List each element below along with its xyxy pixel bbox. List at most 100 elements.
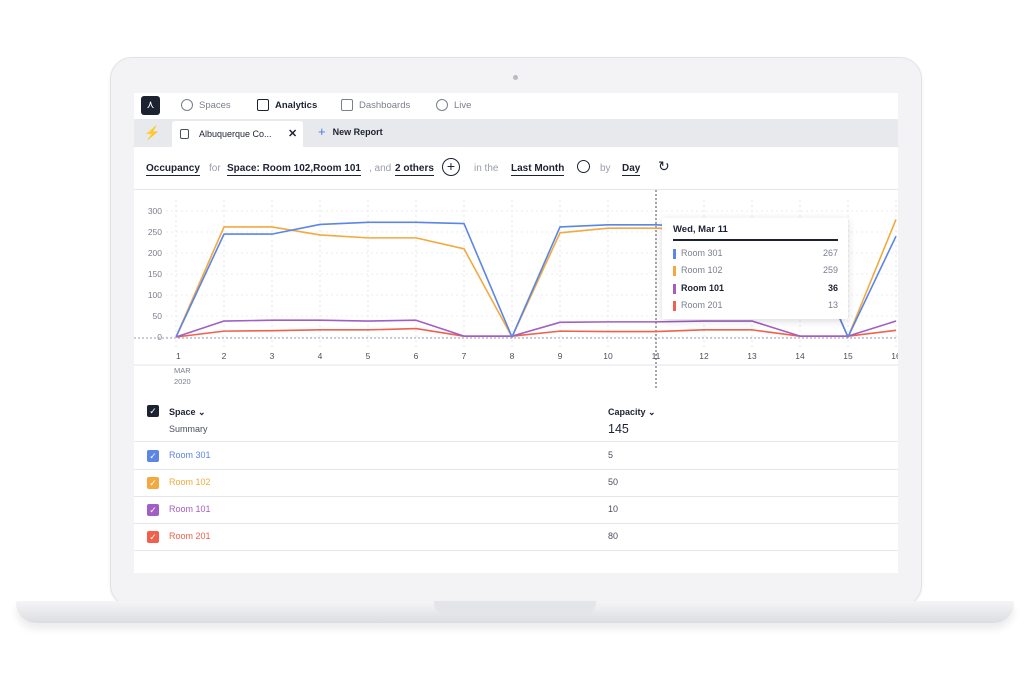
app-screen: ⋏ Spaces Analytics Dashboards Live ⚡ Alb…: [134, 93, 898, 573]
summary-label: Summary: [169, 424, 208, 434]
x-tick-label: 10: [603, 351, 613, 361]
nav-spaces[interactable]: Spaces: [181, 99, 231, 111]
tooltip-series-value: 13: [827, 300, 838, 310]
y-tick-label: 50: [153, 311, 163, 321]
x-tick-label: 16: [891, 351, 898, 361]
nav-label: Live: [454, 99, 472, 111]
x-tick-label: 3: [270, 351, 275, 361]
in-the-label: in the: [474, 163, 499, 174]
by-label: by: [600, 163, 611, 174]
tooltip-series-value: 259: [822, 265, 838, 275]
logo-icon[interactable]: ⋏: [141, 96, 160, 115]
row-space-name[interactable]: Room 201: [169, 531, 211, 541]
legend-swatch: [673, 284, 676, 294]
add-space-button[interactable]: +: [442, 158, 460, 176]
row-capacity: 10: [608, 504, 619, 514]
plus-icon: +: [318, 124, 326, 139]
spaces-icon: [181, 99, 193, 111]
table-row[interactable]: ✓ Room 301 5: [134, 442, 898, 470]
tooltip-title: Wed, Mar 11: [673, 224, 728, 235]
nav-dashboards[interactable]: Dashboards: [341, 99, 410, 111]
x-tick-label: 2: [222, 351, 227, 361]
tooltip-series-name: Room 101: [681, 283, 725, 293]
refresh-icon[interactable]: ↻: [658, 158, 670, 175]
tooltip-row: Room 101 36: [673, 283, 838, 297]
nav-label: Analytics: [275, 99, 318, 111]
bolt-icon[interactable]: ⚡: [144, 125, 160, 141]
tooltip-series-name: Room 201: [681, 300, 723, 310]
row-capacity: 50: [608, 477, 619, 487]
others-selector[interactable]: 2 others: [395, 163, 434, 176]
nav-analytics[interactable]: Analytics: [257, 99, 317, 111]
x-tick-label: 8: [510, 351, 515, 361]
y-tick-label: 150: [148, 269, 162, 279]
clock-icon[interactable]: [577, 160, 590, 173]
y-tick-label: 0: [157, 332, 162, 342]
x-tick-label: 13: [747, 351, 757, 361]
x-tick-label: 1: [176, 351, 181, 361]
new-report-button[interactable]: + New Report: [318, 124, 383, 139]
tab-label: Albuquerque Co...: [199, 129, 272, 139]
nav-label: Dashboards: [359, 99, 411, 111]
select-all-checkbox[interactable]: ✓: [147, 405, 159, 417]
legend-swatch: [673, 301, 676, 311]
x-tick-label: 6: [414, 351, 419, 361]
metric-selector[interactable]: Occupancy: [146, 163, 200, 176]
row-space-name[interactable]: Room 301: [169, 450, 211, 460]
dashboards-icon: [341, 99, 353, 111]
tooltip-series-name: Room 102: [681, 265, 723, 275]
tooltip-row: Room 301 267: [673, 248, 838, 262]
close-icon[interactable]: ✕: [288, 127, 297, 140]
nav-live[interactable]: Live: [436, 99, 471, 111]
range-selector[interactable]: Last Month: [511, 163, 565, 176]
report-tabs: ⚡ Albuquerque Co... ✕ + New Report: [134, 119, 898, 147]
x-month-label: MAR: [174, 366, 191, 375]
chart-tooltip: Wed, Mar 11 Room 301 267 Room 102 259 Ro…: [662, 218, 848, 319]
x-tick-label: 4: [318, 351, 323, 361]
row-checkbox[interactable]: ✓: [147, 450, 159, 462]
y-tick-label: 100: [148, 290, 162, 300]
space-column-header[interactable]: Space ⌄: [169, 407, 206, 418]
interval-selector[interactable]: Day: [622, 163, 641, 176]
camera-dot: [513, 75, 518, 80]
row-checkbox[interactable]: ✓: [147, 477, 159, 489]
x-tick-label: 9: [558, 351, 563, 361]
report-icon: [180, 129, 189, 139]
tooltip-row: Room 201 13: [673, 300, 838, 314]
capacity-column-header[interactable]: Capacity ⌄: [608, 407, 656, 418]
tooltip-series-value: 267: [822, 248, 838, 258]
y-tick-label: 300: [148, 206, 162, 216]
tooltip-series-name: Room 301: [681, 248, 723, 258]
space-selector[interactable]: Space: Room 102,Room 101: [227, 163, 361, 176]
legend-swatch: [673, 266, 676, 276]
tooltip-series-value: 36: [827, 283, 838, 293]
x-tick-label: 14: [795, 351, 805, 361]
table-header: ✓ Space ⌄ Summary Capacity ⌄ 145: [134, 393, 898, 442]
table-row[interactable]: ✓ Room 201 80: [134, 523, 898, 551]
row-checkbox[interactable]: ✓: [147, 531, 159, 543]
summary-value: 145: [608, 422, 629, 436]
nav-label: Spaces: [199, 99, 231, 111]
tooltip-divider: [673, 239, 838, 241]
laptop-notch: [434, 601, 596, 615]
row-capacity: 80: [608, 531, 619, 541]
table-row[interactable]: ✓ Room 102 50: [134, 469, 898, 497]
x-tick-label: 15: [843, 351, 853, 361]
top-nav: ⋏ Spaces Analytics Dashboards Live: [134, 93, 898, 119]
tooltip-row: Room 102 259: [673, 265, 838, 279]
tab-albuquerque[interactable]: Albuquerque Co... ✕: [172, 121, 303, 147]
space-table: ✓ Space ⌄ Summary Capacity ⌄ 145 ✓ Room …: [134, 393, 898, 573]
x-tick-label: 7: [462, 351, 467, 361]
new-report-label: New Report: [332, 127, 383, 137]
row-space-name[interactable]: Room 101: [169, 504, 211, 514]
live-icon: [436, 99, 448, 111]
row-space-name[interactable]: Room 102: [169, 477, 211, 487]
and-label: , and: [369, 163, 392, 174]
table-row[interactable]: ✓ Room 101 10: [134, 496, 898, 524]
row-checkbox[interactable]: ✓: [147, 504, 159, 516]
x-tick-label: 5: [366, 351, 371, 361]
analytics-icon: [257, 99, 269, 111]
row-capacity: 5: [608, 450, 614, 460]
query-bar: Occupancy for Space: Room 102,Room 101 ,…: [134, 147, 898, 190]
legend-swatch: [673, 249, 676, 259]
